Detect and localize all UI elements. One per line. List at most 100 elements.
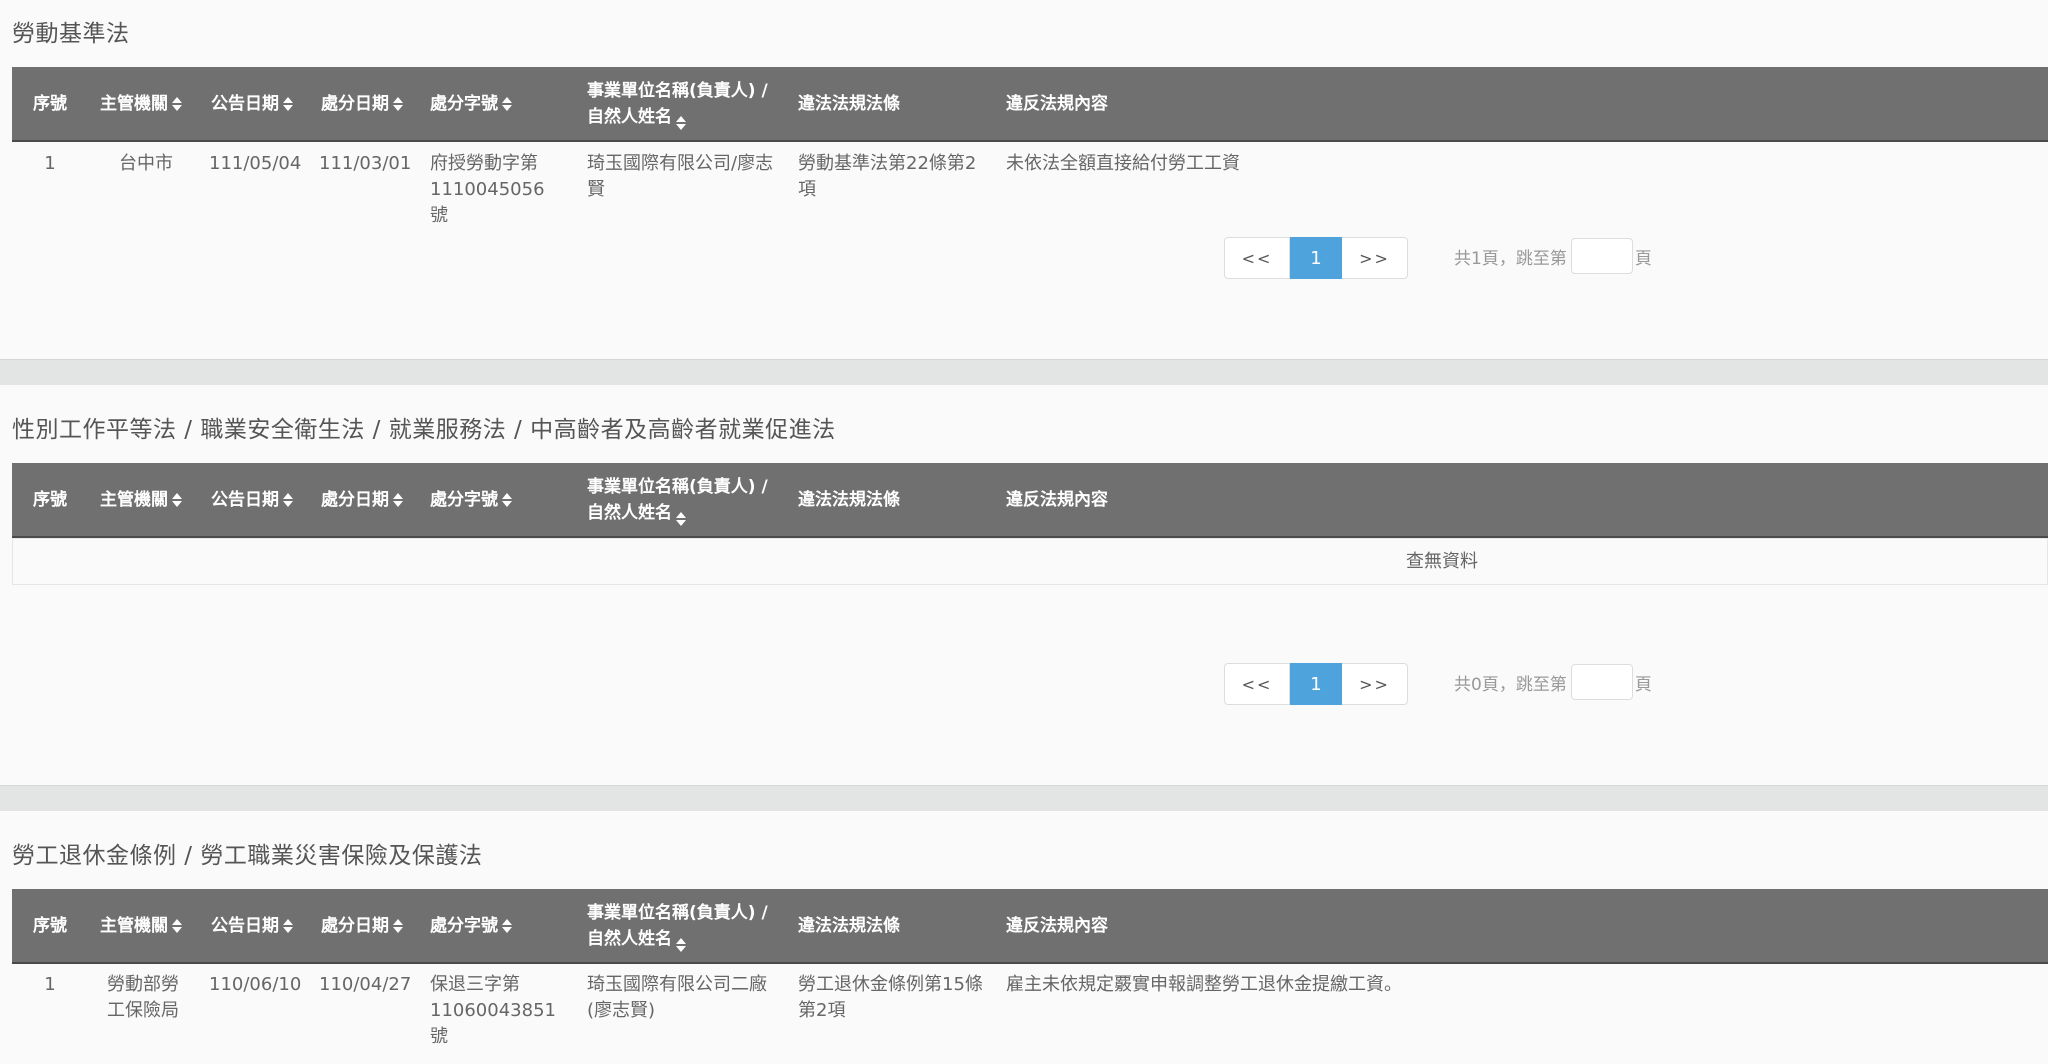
next-page-button[interactable]: >> [1342, 237, 1408, 279]
col-seq: 序號 [12, 889, 88, 962]
empty-row: 查無資料 [12, 538, 2048, 585]
col-agency-label: 主管機關 [100, 489, 168, 510]
col-penalty-no-label: 處分字號 [430, 915, 498, 936]
col-penalty-date[interactable]: 處分日期 [321, 889, 429, 962]
sort-icon[interactable] [172, 96, 182, 111]
col-entity-label-line2: 自然人姓名 [587, 928, 672, 949]
cell-agency: 台中市 [119, 153, 173, 174]
col-announce-date[interactable]: 公告日期 [211, 889, 319, 962]
col-penalty-date-label: 處分日期 [321, 915, 389, 936]
page-suffix: 頁 [1634, 248, 1652, 269]
cell-penalty-no: 保退三字第11060043851號 [430, 974, 556, 1047]
cell-penalty-no: 府授勞動字第1110045056號 [430, 153, 545, 226]
sort-icon[interactable] [172, 918, 182, 933]
col-announce-date-label: 公告日期 [211, 915, 279, 936]
sort-icon[interactable] [502, 918, 512, 933]
cell-announce-date: 110/06/10 [209, 974, 302, 995]
table-header: 序號 主管機關 公告日期 處分日期 處分字號 事業單位名稱(負責人) / 自然人姓… [12, 463, 2048, 538]
col-entity-label: 事業單位名稱(負責人) / 自然人姓名 [587, 900, 768, 952]
page-jump-input[interactable] [1570, 664, 1633, 700]
col-law-label: 違法法規法條 [798, 489, 900, 510]
sort-icon[interactable] [283, 918, 293, 933]
cell-law: 勞工退休金條例第15條第2項 [798, 974, 983, 1021]
pagination: << 1 >> [1224, 663, 1408, 705]
section-gender-equality: 性別工作平等法 / 職業安全衛生法 / 就業服務法 / 中高齡者及高齡者就業促進… [0, 385, 2048, 785]
sort-icon[interactable] [283, 96, 293, 111]
table-row: 1 台中市 111/05/04 111/03/01 府授勞動字第11100450… [12, 151, 2048, 226]
page-1-button[interactable]: 1 [1290, 237, 1342, 279]
cell-agency: 勞動部勞工保險局 [107, 974, 179, 1021]
sort-icon[interactable] [172, 492, 182, 507]
section-title: 性別工作平等法 / 職業安全衛生法 / 就業服務法 / 中高齡者及高齡者就業促進… [12, 417, 836, 443]
sort-icon[interactable] [676, 937, 686, 952]
col-penalty-no[interactable]: 處分字號 [430, 889, 580, 962]
page-suffix: 頁 [1634, 674, 1652, 695]
col-entity-label: 事業單位名稱(負責人) / 自然人姓名 [587, 78, 768, 130]
col-agency-label: 主管機關 [100, 915, 168, 936]
prev-page-button[interactable]: << [1224, 663, 1290, 705]
sort-icon[interactable] [502, 96, 512, 111]
col-announce-date[interactable]: 公告日期 [211, 463, 319, 536]
col-announce-date-label: 公告日期 [211, 93, 279, 114]
empty-text: 查無資料 [1406, 551, 1478, 572]
cell-seq: 1 [44, 153, 56, 174]
section-title: 勞動基準法 [12, 21, 130, 47]
col-seq-label: 序號 [33, 915, 67, 936]
col-content-label: 違反法規內容 [1006, 489, 1108, 510]
page-jump-input[interactable] [1570, 238, 1633, 274]
col-seq: 序號 [12, 67, 88, 140]
cell-entity: 琦玉國際有限公司/廖志賢 [587, 153, 774, 200]
col-entity[interactable]: 事業單位名稱(負責人) / 自然人姓名 [587, 67, 797, 140]
cell-entity: 琦玉國際有限公司二廠(廖志賢) [587, 974, 767, 1021]
col-entity-label-line2: 自然人姓名 [587, 502, 672, 523]
col-penalty-no-label: 處分字號 [430, 93, 498, 114]
page-summary: 共0頁，跳至第 [1454, 674, 1567, 695]
col-penalty-date-label: 處分日期 [321, 93, 389, 114]
col-content-label: 違反法規內容 [1006, 93, 1108, 114]
section-title: 勞工退休金條例 / 勞工職業災害保險及保護法 [12, 843, 483, 869]
sort-icon[interactable] [393, 918, 403, 933]
sort-icon[interactable] [676, 115, 686, 130]
section-labor-standards: 勞動基準法 序號 主管機關 公告日期 處分日期 處分字號 事業單位名稱(負責人)… [0, 0, 2048, 359]
col-entity-label-line1: 事業單位名稱(負責人) / [587, 476, 768, 497]
page-1-button[interactable]: 1 [1290, 663, 1342, 705]
col-content-label: 違反法規內容 [1006, 915, 1108, 936]
col-penalty-date[interactable]: 處分日期 [321, 463, 429, 536]
cell-announce-date: 111/05/04 [209, 153, 302, 174]
sort-icon[interactable] [283, 492, 293, 507]
page-jump: 共0頁，跳至第 頁 [1454, 663, 1652, 701]
prev-page-button[interactable]: << [1224, 237, 1290, 279]
col-penalty-date[interactable]: 處分日期 [321, 67, 429, 140]
col-entity[interactable]: 事業單位名稱(負責人) / 自然人姓名 [587, 463, 797, 536]
sort-icon[interactable] [502, 492, 512, 507]
cell-seq: 1 [44, 974, 56, 995]
col-penalty-date-label: 處分日期 [321, 489, 389, 510]
col-law-label: 違法法規法條 [798, 915, 900, 936]
sort-icon[interactable] [393, 492, 403, 507]
cell-content: 未依法全額直接給付勞工工資 [1006, 153, 1240, 174]
col-agency-label: 主管機關 [100, 93, 168, 114]
sort-icon[interactable] [393, 96, 403, 111]
col-agency[interactable]: 主管機關 [100, 889, 208, 962]
col-entity-label: 事業單位名稱(負責人) / 自然人姓名 [587, 474, 768, 526]
col-penalty-no[interactable]: 處分字號 [430, 67, 580, 140]
col-content: 違反法規內容 [1006, 889, 1406, 962]
col-entity-label-line2: 自然人姓名 [587, 106, 672, 127]
section-divider [0, 359, 2048, 385]
page-jump: 共1頁，跳至第 頁 [1454, 237, 1652, 275]
table-row: 1 勞動部勞工保險局 110/06/10 110/04/27 保退三字第1106… [12, 972, 2048, 1047]
col-announce-date[interactable]: 公告日期 [211, 67, 319, 140]
col-seq-label: 序號 [33, 489, 67, 510]
col-penalty-no[interactable]: 處分字號 [430, 463, 580, 536]
col-law: 違法法規法條 [798, 67, 998, 140]
col-content: 違反法規內容 [1006, 67, 1406, 140]
next-page-button[interactable]: >> [1342, 663, 1408, 705]
sort-icon[interactable] [676, 511, 686, 526]
section-divider [0, 785, 2048, 811]
col-penalty-no-label: 處分字號 [430, 489, 498, 510]
col-agency[interactable]: 主管機關 [100, 463, 208, 536]
col-entity[interactable]: 事業單位名稱(負責人) / 自然人姓名 [587, 889, 797, 962]
col-seq-label: 序號 [33, 93, 67, 114]
col-law: 違法法規法條 [798, 463, 998, 536]
col-agency[interactable]: 主管機關 [100, 67, 208, 140]
